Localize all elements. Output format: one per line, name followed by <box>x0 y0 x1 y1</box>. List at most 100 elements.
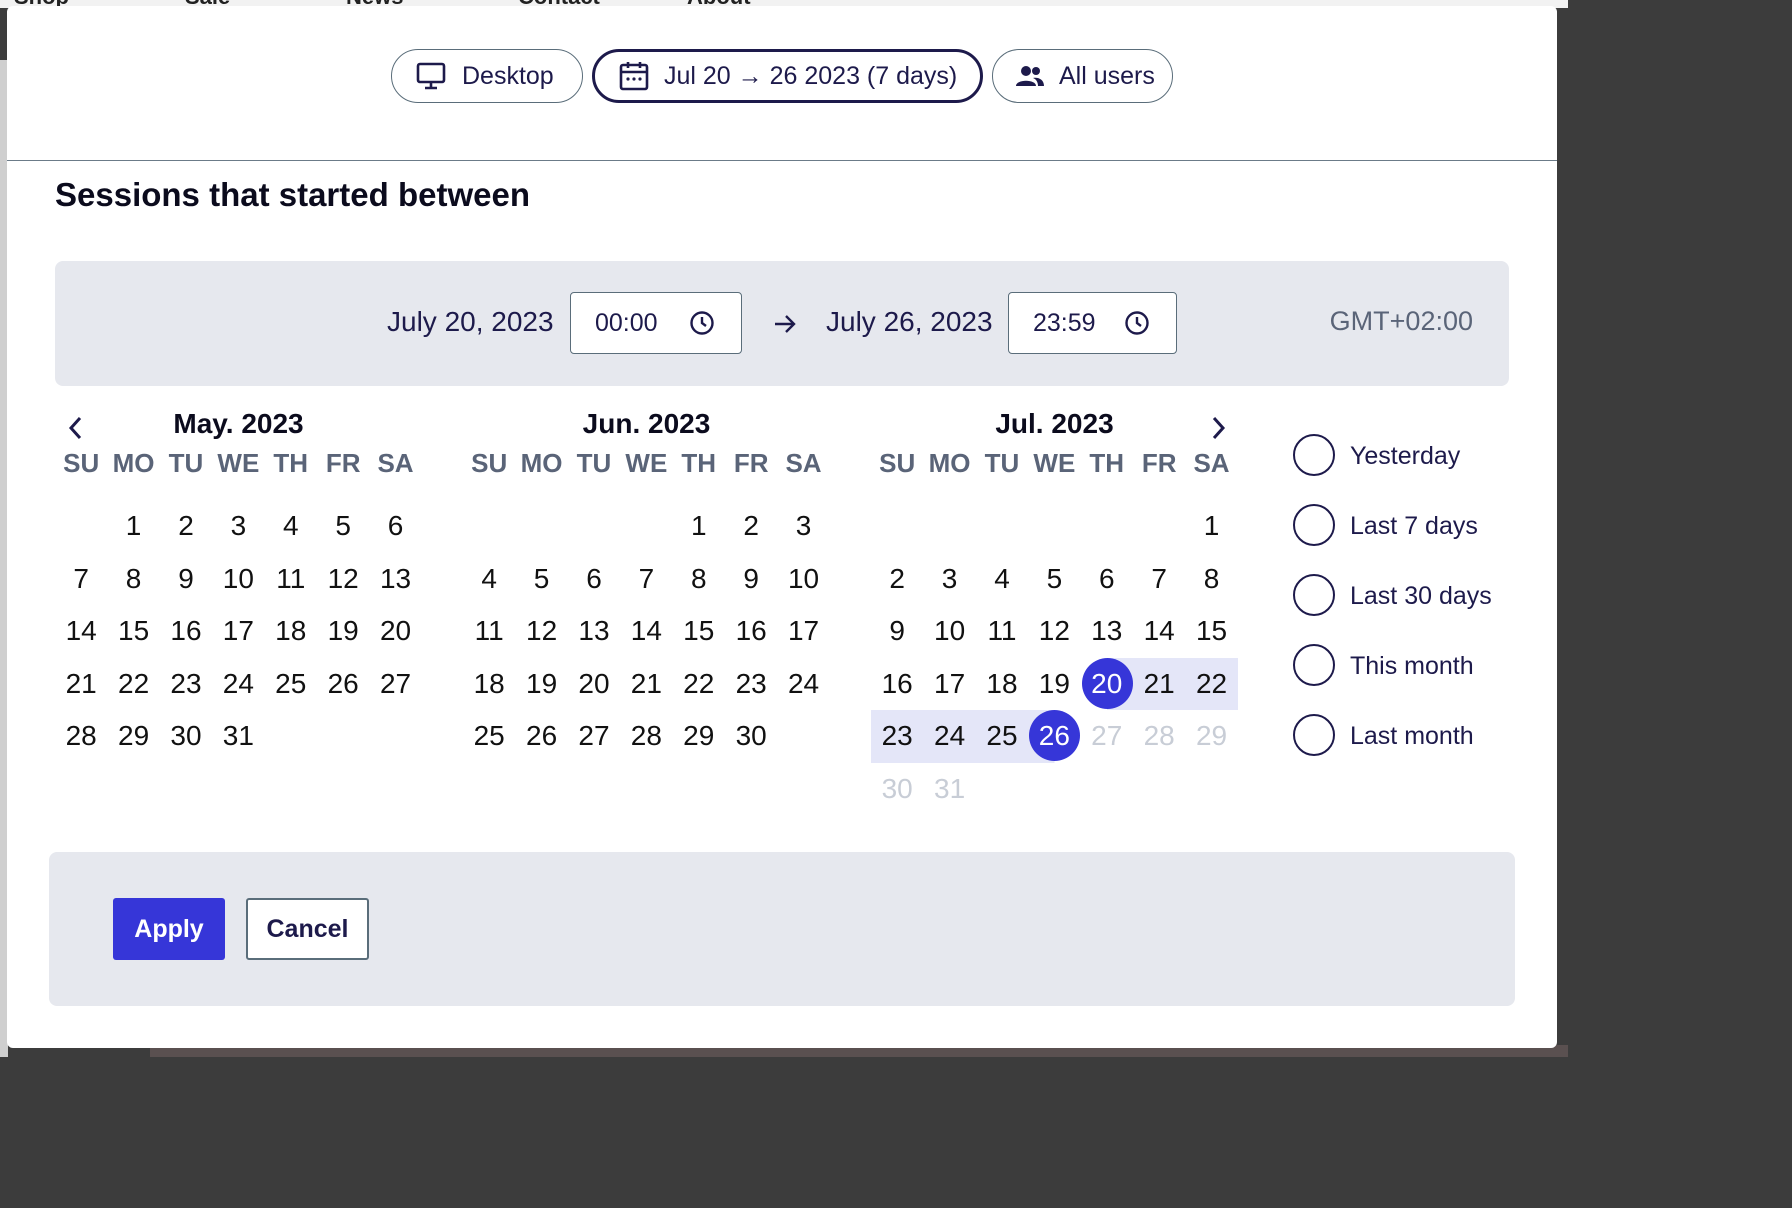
day-cell[interactable]: 29 <box>673 710 725 763</box>
day-cell[interactable]: 24 <box>212 658 264 711</box>
day-cell[interactable]: 2 <box>871 553 923 606</box>
apply-button[interactable]: Apply <box>113 898 225 960</box>
day-cell[interactable]: 1 <box>673 500 725 553</box>
day-cell[interactable]: 6 <box>1081 553 1133 606</box>
day-cell[interactable]: 1 <box>1185 500 1237 553</box>
day-cell[interactable]: 11 <box>265 553 317 606</box>
day-cell[interactable]: 5 <box>317 500 369 553</box>
day-cell[interactable]: 27 <box>568 710 620 763</box>
day-cell[interactable]: 27 <box>369 658 421 711</box>
day-cell[interactable]: 13 <box>1081 605 1133 658</box>
day-cell[interactable]: 20 <box>369 605 421 658</box>
day-cell[interactable]: 28 <box>620 710 672 763</box>
day-cell[interactable]: 25 <box>463 710 515 763</box>
radio-button[interactable] <box>1293 434 1335 476</box>
radio-button[interactable] <box>1293 644 1335 686</box>
day-cell[interactable]: 20 <box>1080 657 1133 710</box>
device-filter-button[interactable]: Desktop <box>391 49 583 103</box>
day-cell[interactable]: 24 <box>777 658 829 711</box>
day-cell[interactable]: 26 <box>317 658 369 711</box>
day-cell[interactable]: 3 <box>777 500 829 553</box>
start-time-input[interactable]: 00:00 <box>570 292 742 354</box>
day-cell[interactable]: 21 <box>620 658 672 711</box>
day-cell[interactable]: 11 <box>463 605 515 658</box>
day-cell[interactable]: 13 <box>568 605 620 658</box>
day-cell[interactable]: 10 <box>777 553 829 606</box>
day-cell[interactable]: 29 <box>107 710 159 763</box>
day-cell[interactable]: 25 <box>265 658 317 711</box>
day-cell[interactable]: 30 <box>160 710 212 763</box>
day-cell[interactable]: 28 <box>55 710 107 763</box>
day-cell[interactable]: 26 <box>515 710 567 763</box>
day-cell[interactable]: 21 <box>1132 657 1186 710</box>
day-cell[interactable]: 11 <box>976 605 1028 658</box>
day-cell[interactable]: 4 <box>265 500 317 553</box>
day-cell[interactable]: 7 <box>620 553 672 606</box>
end-time-input[interactable]: 23:59 <box>1008 292 1177 354</box>
day-cell[interactable]: 4 <box>976 553 1028 606</box>
preset-last-month[interactable]: Last month <box>1293 714 1523 758</box>
day-cell[interactable]: 26 <box>1028 710 1081 763</box>
day-cell[interactable]: 31 <box>212 710 264 763</box>
users-filter-button[interactable]: All users <box>992 49 1173 103</box>
day-cell[interactable]: 14 <box>620 605 672 658</box>
day-cell[interactable]: 9 <box>871 605 923 658</box>
day-cell[interactable]: 22 <box>1185 657 1238 710</box>
day-cell[interactable]: 23 <box>725 658 777 711</box>
day-cell[interactable]: 10 <box>923 605 975 658</box>
day-cell[interactable]: 15 <box>673 605 725 658</box>
day-cell[interactable]: 9 <box>725 553 777 606</box>
day-cell[interactable]: 30 <box>725 710 777 763</box>
radio-button[interactable] <box>1293 574 1335 616</box>
day-cell[interactable]: 15 <box>1185 605 1237 658</box>
day-cell[interactable]: 6 <box>369 500 421 553</box>
day-cell[interactable]: 7 <box>1133 553 1185 606</box>
day-cell[interactable]: 22 <box>107 658 159 711</box>
day-cell[interactable]: 8 <box>107 553 159 606</box>
day-cell[interactable]: 23 <box>871 710 924 763</box>
day-cell[interactable]: 17 <box>923 658 975 711</box>
day-cell[interactable]: 6 <box>568 553 620 606</box>
day-cell[interactable]: 18 <box>463 658 515 711</box>
day-cell[interactable]: 5 <box>515 553 567 606</box>
day-cell[interactable]: 7 <box>55 553 107 606</box>
day-cell[interactable]: 18 <box>976 658 1028 711</box>
day-cell[interactable]: 16 <box>160 605 212 658</box>
day-cell[interactable]: 12 <box>1028 605 1080 658</box>
preset-this-month[interactable]: This month <box>1293 644 1523 688</box>
day-cell[interactable]: 17 <box>777 605 829 658</box>
day-cell[interactable]: 8 <box>673 553 725 606</box>
radio-button[interactable] <box>1293 504 1335 546</box>
day-cell[interactable]: 21 <box>55 658 107 711</box>
day-cell[interactable]: 16 <box>871 658 923 711</box>
day-cell[interactable]: 18 <box>265 605 317 658</box>
radio-button[interactable] <box>1293 714 1335 756</box>
day-cell[interactable]: 19 <box>1028 658 1080 711</box>
day-cell[interactable]: 14 <box>1133 605 1185 658</box>
day-cell[interactable]: 4 <box>463 553 515 606</box>
day-cell[interactable]: 12 <box>317 553 369 606</box>
day-cell[interactable]: 10 <box>212 553 264 606</box>
cancel-button[interactable]: Cancel <box>246 898 369 960</box>
day-cell[interactable]: 23 <box>160 658 212 711</box>
day-cell[interactable]: 17 <box>212 605 264 658</box>
day-cell[interactable]: 24 <box>923 710 976 763</box>
day-cell[interactable]: 9 <box>160 553 212 606</box>
chevron-right-icon[interactable] <box>1209 414 1227 442</box>
day-cell[interactable]: 2 <box>160 500 212 553</box>
day-cell[interactable]: 8 <box>1185 553 1237 606</box>
preset-last-30-days[interactable]: Last 30 days <box>1293 574 1523 618</box>
day-cell[interactable]: 5 <box>1028 553 1080 606</box>
day-cell[interactable]: 19 <box>317 605 369 658</box>
day-cell[interactable]: 3 <box>923 553 975 606</box>
day-cell[interactable]: 2 <box>725 500 777 553</box>
day-cell[interactable]: 13 <box>369 553 421 606</box>
day-cell[interactable]: 3 <box>212 500 264 553</box>
day-cell[interactable]: 12 <box>515 605 567 658</box>
day-cell[interactable]: 22 <box>673 658 725 711</box>
preset-last-7-days[interactable]: Last 7 days <box>1293 504 1523 548</box>
day-cell[interactable]: 20 <box>568 658 620 711</box>
day-cell[interactable]: 1 <box>107 500 159 553</box>
day-cell[interactable]: 16 <box>725 605 777 658</box>
day-cell[interactable]: 14 <box>55 605 107 658</box>
